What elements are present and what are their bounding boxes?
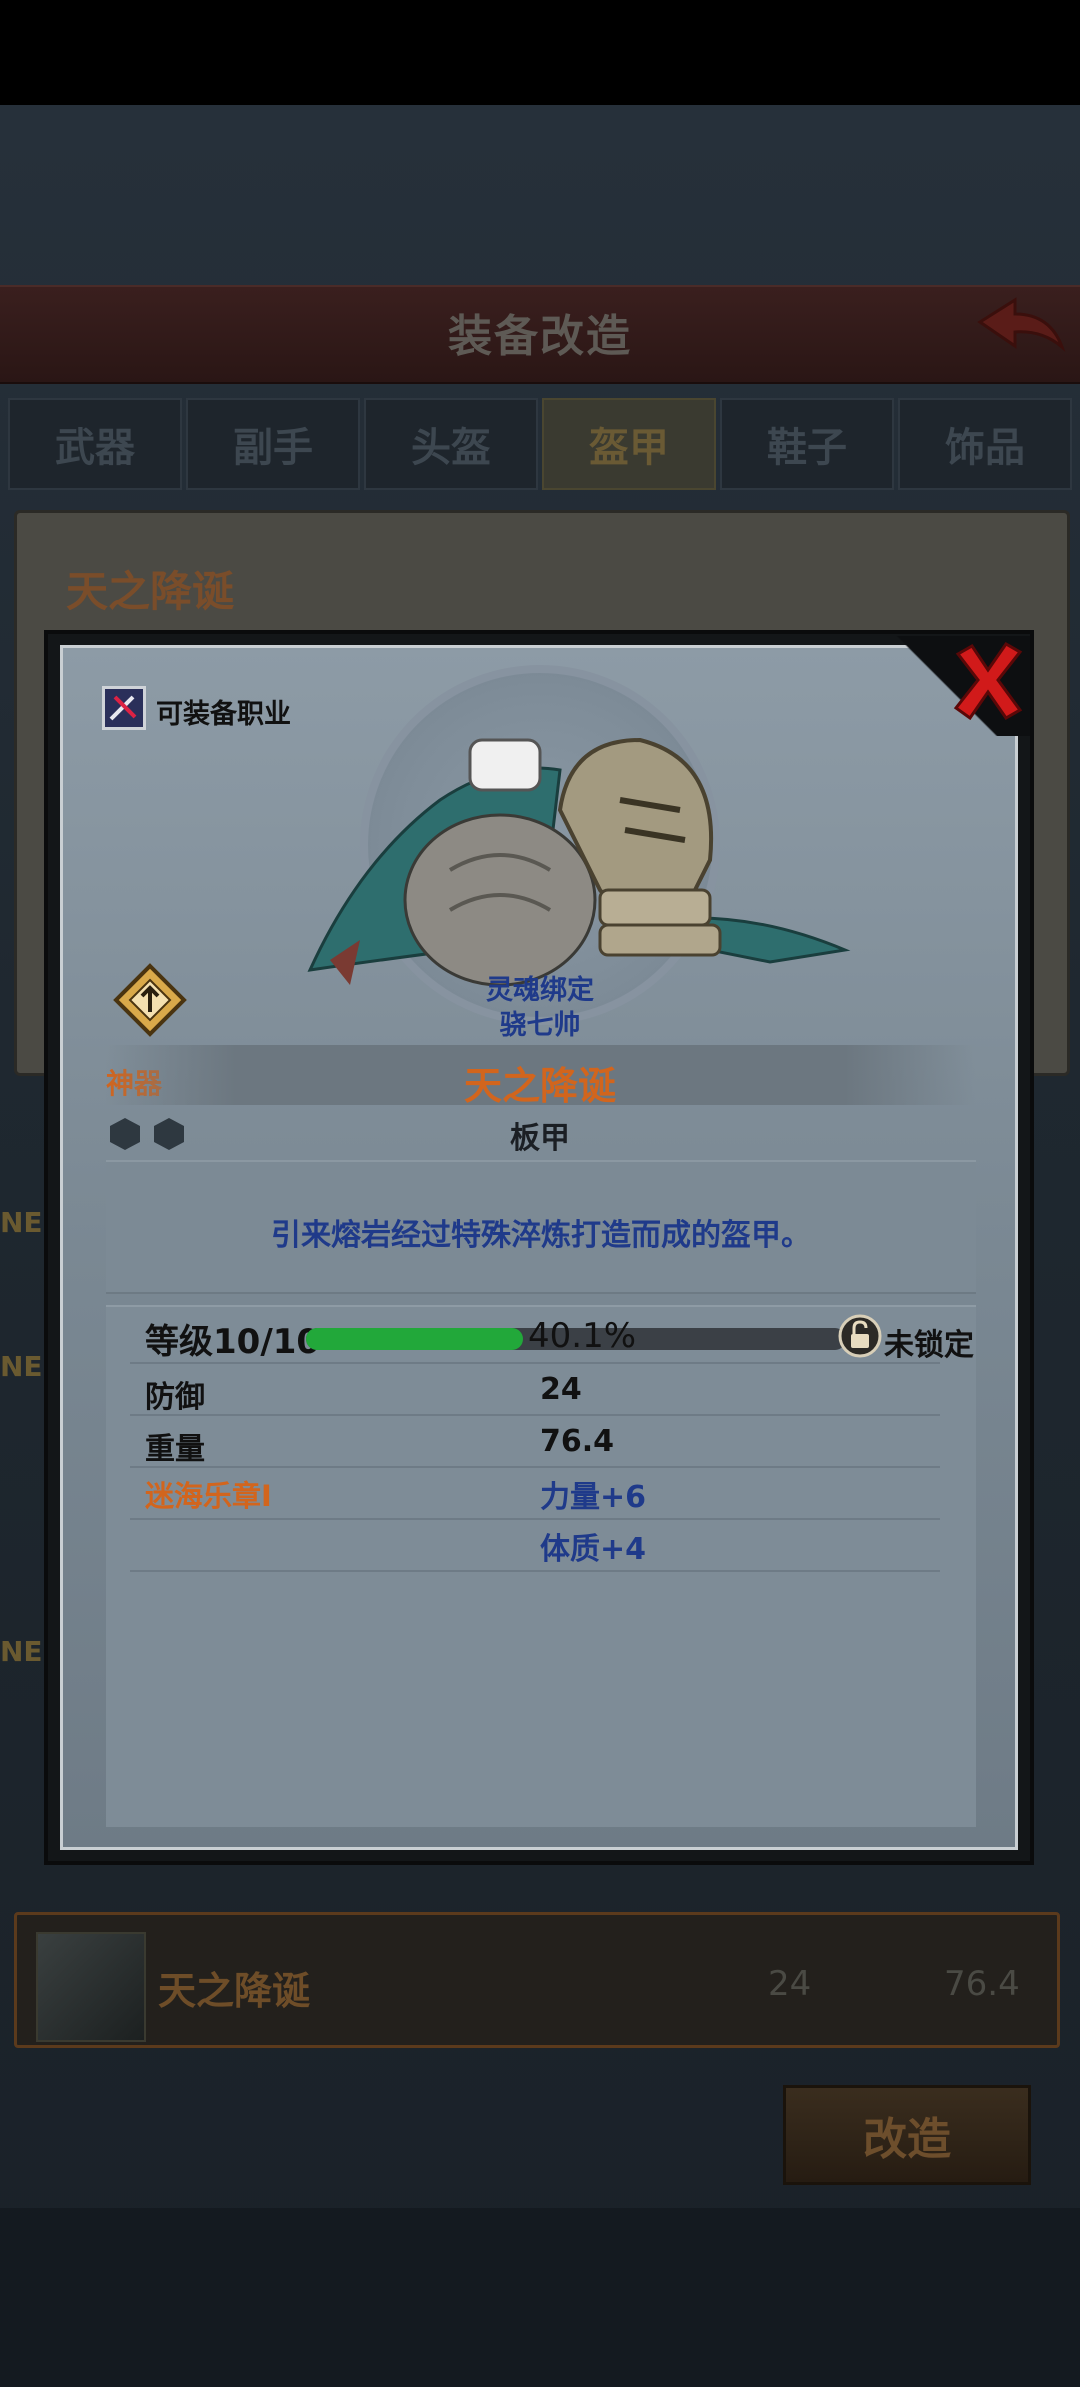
new-badge: NE (0, 1206, 43, 1239)
class-icon[interactable] (102, 686, 146, 730)
rarity-artifact-icon (113, 963, 187, 1037)
xp-bar-fill (306, 1328, 523, 1350)
equipped-item-weight: 76.4 (944, 1964, 1020, 2004)
equipped-item-name: 天之降诞 (158, 1969, 311, 2013)
back-arrow-icon[interactable] (970, 292, 1070, 362)
divider (130, 1466, 940, 1468)
tab-shoes[interactable]: 鞋子 (720, 398, 894, 490)
set-bonus: 力量+6 (540, 1480, 647, 1515)
tab-armor[interactable]: 盔甲 (542, 398, 716, 490)
tab-helmet[interactable]: 头盔 (364, 398, 538, 490)
lock-label: 未锁定 (884, 1328, 974, 1363)
new-badge: NE (0, 1350, 43, 1383)
tab-offhand[interactable]: 副手 (186, 398, 360, 490)
stat-value-defense: 24 (540, 1372, 582, 1407)
bottom-strip (0, 2208, 1080, 2387)
set-name: 迷海乐章I (145, 1479, 272, 1513)
item-name: 天之降诞 (463, 1064, 616, 1108)
equipped-item-defense: 24 (768, 1964, 812, 2004)
xp-percent: 40.1% (528, 1316, 637, 1356)
status-bar-area (0, 0, 1080, 105)
close-icon[interactable] (950, 640, 1026, 720)
armor-image (307, 737, 851, 987)
stat-label-defense: 防御 (145, 1380, 205, 1415)
class-label: 可装备职业 (156, 699, 291, 730)
divider (130, 1570, 940, 1572)
page-title: 装备改造 (448, 311, 632, 362)
new-badge: NE (0, 1635, 43, 1668)
stat-label-weight: 重量 (145, 1432, 205, 1467)
item-description: 引来熔岩经过特殊淬炼打造而成的盔甲。 (271, 1218, 811, 1253)
level-label: 等级10/10 (145, 1322, 321, 1362)
tab-weapon[interactable]: 武器 (8, 398, 182, 490)
equipment-tabs: 武器 副手 头盔 盔甲 鞋子 饰品 (8, 398, 1072, 494)
lock-icon[interactable] (838, 1314, 882, 1358)
tab-accessory[interactable]: 饰品 (898, 398, 1072, 490)
divider (130, 1518, 940, 1520)
divider (130, 1414, 940, 1416)
set-bonus: 体质+4 (540, 1532, 647, 1567)
stat-value-weight: 76.4 (540, 1424, 615, 1459)
equipped-item-thumbnail (36, 1932, 146, 2042)
detail-title: 天之降诞 (66, 567, 235, 616)
divider (130, 1362, 940, 1364)
modify-button[interactable]: 改造 (783, 2085, 1031, 2185)
